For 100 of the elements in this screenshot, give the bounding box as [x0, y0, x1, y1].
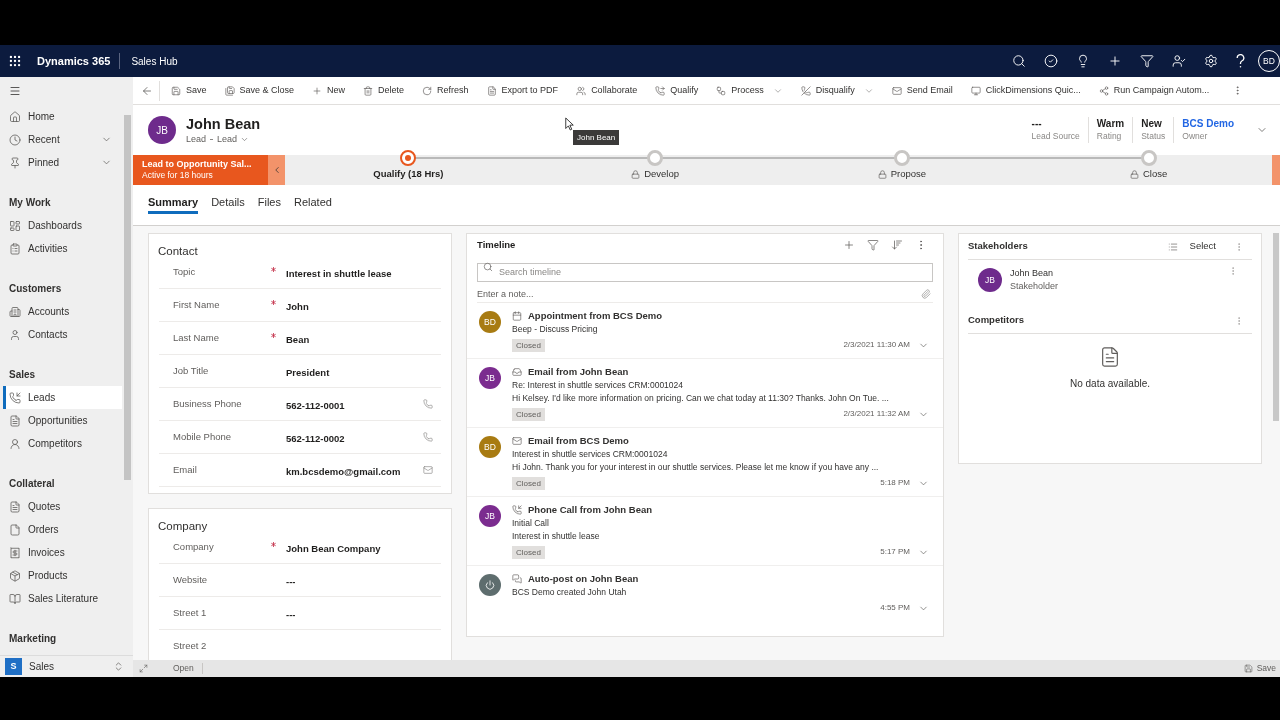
process-flag[interactable]: Lead to Opportunity Sal... Active for 18 hours	[133, 155, 268, 185]
person-check-icon[interactable]	[1172, 54, 1186, 68]
nav-item[interactable]: Opportunities	[3, 409, 122, 432]
search-field[interactable]: Search timeline	[477, 262, 933, 282]
plus-icon[interactable]	[1108, 54, 1122, 68]
field-value[interactable]: 562-112-0002	[286, 433, 345, 444]
tab[interactable]: Related	[294, 196, 332, 214]
card-title: Timeline	[477, 237, 516, 252]
command-button[interactable]: Process	[711, 78, 788, 103]
activity-title[interactable]: Appointment from BCS Demo	[528, 308, 663, 324]
stakeholder-name[interactable]: John Bean	[1010, 267, 1059, 280]
nav-item[interactable]: Dashboards	[3, 214, 122, 237]
field-value[interactable]: John	[286, 301, 309, 312]
check-circle-icon[interactable]	[1044, 54, 1058, 68]
phone-icon[interactable]	[423, 399, 433, 409]
activity-title[interactable]: Email from BCS Demo	[528, 433, 629, 449]
trash-icon	[363, 85, 374, 96]
help-icon[interactable]	[1236, 54, 1245, 68]
activity-title[interactable]: Phone Call from John Bean	[528, 502, 653, 518]
activity-description: Beep - Discuss Pricing	[512, 323, 599, 336]
nav-item[interactable]: Contacts	[3, 323, 122, 346]
nav-item[interactable]: Orders	[3, 518, 122, 541]
tab[interactable]: Files	[257, 196, 281, 214]
stage-button[interactable]: Qualify (18 Hrs)	[373, 168, 444, 180]
search-icon[interactable]	[1012, 54, 1026, 68]
scrollbar-thumb[interactable]	[1273, 233, 1279, 421]
header-field-label: Status	[1141, 130, 1166, 143]
back-arrow-icon[interactable]	[141, 84, 153, 97]
save-all-icon	[224, 85, 235, 96]
plus-icon[interactable]	[843, 239, 855, 251]
header-field-value: ---	[1031, 117, 1043, 130]
nav-item[interactable]: Quotes	[3, 495, 122, 518]
menu-icon[interactable]	[9, 85, 21, 97]
command-button[interactable]: Export to PDF	[481, 78, 564, 103]
avatar: BD	[479, 436, 501, 458]
command-button[interactable]: Send Email	[886, 78, 958, 103]
note-field[interactable]: Enter a note...	[477, 285, 921, 302]
record-title: John Bean	[186, 115, 261, 133]
nav-item[interactable]: Recent	[3, 128, 122, 151]
command-button[interactable]: ClickDimensions Quic...	[965, 78, 1086, 103]
tab[interactable]: Details	[211, 196, 245, 214]
tab[interactable]: Summary	[148, 196, 199, 214]
activity-description: Hi John. Thank you for your interest in our shuttle services. Please let me know if you have any ...	[512, 461, 880, 474]
command-button[interactable]: Run Campaign Autom...	[1093, 78, 1215, 103]
app-launcher-icon[interactable]	[8, 54, 22, 68]
activity-title[interactable]: Email from John Bean	[528, 364, 629, 380]
field-value[interactable]: km.bcsdemo@gmail.com	[286, 466, 401, 477]
command-button[interactable]: New	[307, 78, 351, 103]
field-value[interactable]: Bean	[286, 334, 310, 345]
field-value[interactable]: ---	[286, 576, 296, 587]
nav-item[interactable]: Activities	[3, 237, 122, 260]
nav-group-heading: Collateral	[9, 476, 55, 491]
envelope-icon[interactable]	[423, 465, 433, 475]
activity-description: Initial Call	[512, 517, 550, 530]
command-button[interactable]: Save & Close	[219, 78, 300, 103]
collapse-button[interactable]	[268, 155, 285, 185]
status-tag: Closed	[512, 407, 545, 421]
sort-icon[interactable]	[891, 239, 903, 251]
command-button[interactable]: Refresh	[417, 78, 474, 103]
command-button[interactable]: Disqualify	[795, 78, 879, 103]
scrollbar-thumb[interactable]	[124, 115, 131, 480]
inbox-icon	[512, 367, 522, 377]
expand-icon[interactable]	[139, 664, 148, 673]
app-name[interactable]: Dynamics 365	[37, 52, 111, 70]
field-value[interactable]: President	[286, 367, 330, 378]
area-switcher[interactable]: S Sales	[0, 656, 133, 677]
paperclip-icon[interactable]	[921, 288, 931, 299]
next-stage-button[interactable]	[1272, 155, 1280, 185]
nav-item[interactable]: Sales Literature	[3, 587, 122, 610]
lightbulb-icon[interactable]	[1076, 54, 1090, 68]
stage-button[interactable]: Propose	[877, 168, 927, 180]
up-down-chevron-icon[interactable]	[113, 661, 124, 672]
stage-button[interactable]: Develop	[631, 168, 680, 180]
command-button[interactable]: Qualify	[650, 78, 704, 103]
list-icon[interactable]	[1167, 241, 1178, 252]
command-button[interactable]: Save	[166, 78, 212, 103]
nav-item[interactable]: Competitors	[3, 432, 122, 455]
stage-button[interactable]: Close	[1129, 168, 1168, 180]
phone-icon[interactable]	[423, 432, 433, 442]
nav-item[interactable]: Products	[3, 564, 122, 587]
save-icon	[171, 85, 181, 96]
select-button[interactable]: Select	[1187, 239, 1218, 254]
activity-title[interactable]: Auto-post on John Bean	[528, 571, 639, 587]
header-field-value[interactable]: BCS Demo	[1182, 117, 1234, 130]
nav-item[interactable]: Accounts	[3, 300, 122, 323]
command-button[interactable]: Collaborate	[571, 78, 643, 103]
settings-icon[interactable]	[1204, 54, 1218, 68]
card-title: Stakeholders	[968, 239, 1028, 254]
save-button[interactable]: Save	[1243, 662, 1276, 675]
form-selector[interactable]: Lead	[217, 133, 250, 145]
nav-item[interactable]: Home	[3, 105, 122, 128]
nav-item[interactable]: Invoices	[3, 541, 122, 564]
field-value[interactable]: Interest in shuttle lease	[286, 268, 392, 279]
field-value[interactable]: 562-112-0001	[286, 400, 345, 411]
nav-item[interactable]: Leads	[3, 386, 122, 409]
field-value[interactable]: John Bean Company	[286, 543, 381, 554]
nav-item[interactable]: Pinned	[3, 151, 122, 174]
field-value[interactable]: ---	[286, 609, 296, 620]
command-button[interactable]: Delete	[358, 78, 410, 103]
chat-bubbles-icon	[512, 574, 522, 584]
